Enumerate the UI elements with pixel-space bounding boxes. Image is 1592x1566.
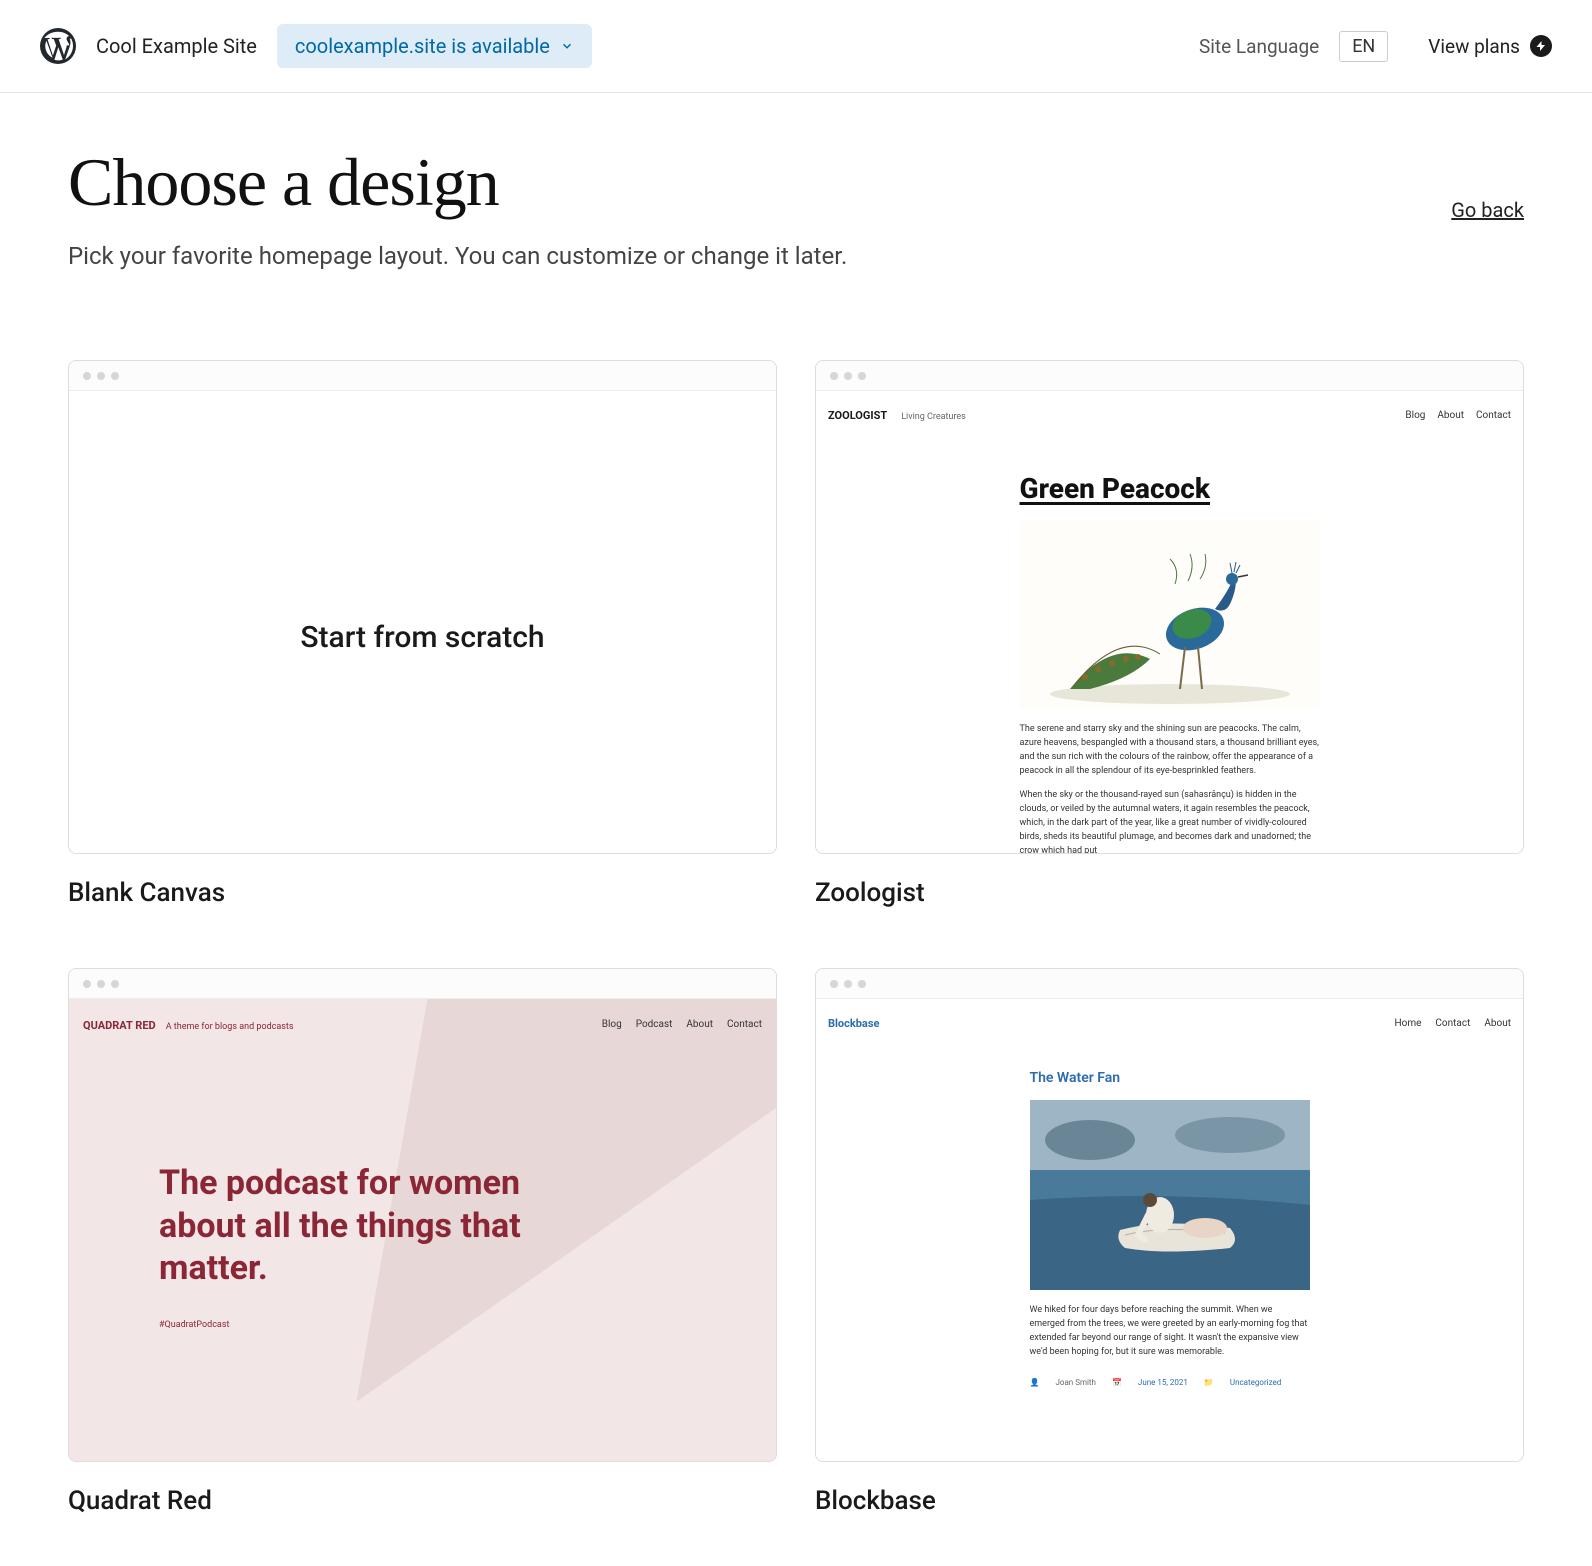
person-icon: 👤 xyxy=(1030,1378,1040,1387)
bb-brand: Blockbase xyxy=(828,1017,879,1030)
calendar-icon: 📅 xyxy=(1112,1378,1122,1387)
bb-nav-item: About xyxy=(1484,1018,1511,1029)
browser-chrome xyxy=(816,969,1523,999)
theme-card-quadrat-red[interactable]: QUADRAT RED A theme for blogs and podcast… xyxy=(68,968,777,1516)
browser-chrome xyxy=(69,361,776,391)
theme-card-blank-canvas[interactable]: Start from scratch Blank Canvas xyxy=(68,360,777,908)
quad-tagline: A theme for blogs and podcasts xyxy=(166,1022,294,1032)
zoo-tagline: Living Creatures xyxy=(901,412,966,422)
theme-preview: QUADRAT RED A theme for blogs and podcast… xyxy=(68,968,777,1462)
quad-hero-text: The podcast for women about all the thin… xyxy=(159,1162,555,1290)
peacock-image xyxy=(1020,519,1320,709)
bb-date: June 15, 2021 xyxy=(1138,1378,1188,1387)
start-from-scratch-text: Start from scratch xyxy=(300,620,544,655)
theme-card-blockbase[interactable]: Blockbase Home Contact About The Water F… xyxy=(815,968,1524,1516)
go-back-link[interactable]: Go back xyxy=(1451,198,1524,222)
quad-nav-item: Contact xyxy=(727,1019,762,1032)
page-title: Choose a design xyxy=(68,143,499,222)
zoo-paragraph: The serene and starry sky and the shinin… xyxy=(1020,723,1320,779)
theme-preview: ZOOLOGIST Living Creatures Blog About Con… xyxy=(815,360,1524,854)
theme-label: Blockbase xyxy=(815,1486,1524,1516)
wordpress-logo-icon[interactable] xyxy=(40,28,76,64)
quad-nav-item: About xyxy=(686,1019,713,1032)
browser-chrome xyxy=(816,361,1523,391)
language-label: Site Language xyxy=(1199,35,1319,58)
quad-nav-item: Blog xyxy=(602,1019,622,1032)
quad-brand: QUADRAT RED xyxy=(83,1019,156,1032)
quad-nav-item: Podcast xyxy=(636,1019,673,1032)
theme-preview: Start from scratch xyxy=(68,360,777,854)
zoo-post-title: Green Peacock xyxy=(1020,472,1320,505)
page-subtitle: Pick your favorite homepage layout. You … xyxy=(68,242,1524,270)
header-bar: Cool Example Site coolexample.site is av… xyxy=(0,0,1592,93)
view-plans-text: View plans xyxy=(1428,35,1520,58)
bb-post-meta: 👤 Joan Smith 📅 June 15, 2021 📁 Uncategorize… xyxy=(1030,1378,1310,1387)
zoo-paragraph: When the sky or the thousand-rayed sun (… xyxy=(1020,789,1320,853)
zoo-nav-item: Blog xyxy=(1405,410,1425,421)
theme-grid: Start from scratch Blank Canvas ZOOLOGIS… xyxy=(68,360,1524,1516)
chevron-down-icon xyxy=(560,34,574,58)
main-content: Choose a design Go back Pick your favori… xyxy=(0,93,1592,1566)
bb-paragraph: We hiked for four days before reaching t… xyxy=(1030,1304,1310,1360)
theme-card-zoologist[interactable]: ZOOLOGIST Living Creatures Blog About Con… xyxy=(815,360,1524,908)
bb-category: Uncategorized xyxy=(1230,1378,1281,1387)
zoo-brand: ZOOLOGIST xyxy=(828,409,887,422)
blockbase-body: Blockbase Home Contact About The Water F… xyxy=(816,999,1523,1461)
theme-label: Blank Canvas xyxy=(68,878,777,908)
domain-text: coolexample.site is available xyxy=(295,34,550,58)
quadrat-body: QUADRAT RED A theme for blogs and podcast… xyxy=(69,999,776,1462)
bb-nav-item: Home xyxy=(1394,1018,1421,1029)
domain-available-pill[interactable]: coolexample.site is available xyxy=(277,24,592,68)
zoo-nav-item: Contact xyxy=(1476,410,1511,421)
language-selector[interactable]: EN xyxy=(1339,31,1388,62)
bb-nav-item: Contact xyxy=(1435,1018,1470,1029)
theme-preview: Blockbase Home Contact About The Water F… xyxy=(815,968,1524,1462)
zoo-nav-item: About xyxy=(1437,410,1464,421)
bb-post-title: The Water Fan xyxy=(1030,1070,1310,1086)
browser-chrome xyxy=(69,969,776,999)
water-fan-image xyxy=(1030,1100,1310,1290)
theme-label: Zoologist xyxy=(815,878,1524,908)
bb-author: Joan Smith xyxy=(1055,1378,1095,1387)
bolt-icon xyxy=(1530,35,1552,57)
view-plans-link[interactable]: View plans xyxy=(1428,35,1552,58)
quad-hashtag: #QuadratPodcast xyxy=(159,1320,555,1330)
folder-icon: 📁 xyxy=(1204,1378,1214,1387)
site-name: Cool Example Site xyxy=(96,34,257,58)
theme-label: Quadrat Red xyxy=(68,1486,777,1516)
blank-canvas-body: Start from scratch xyxy=(69,391,776,854)
zoologist-body: ZOOLOGIST Living Creatures Blog About Con… xyxy=(816,391,1523,853)
